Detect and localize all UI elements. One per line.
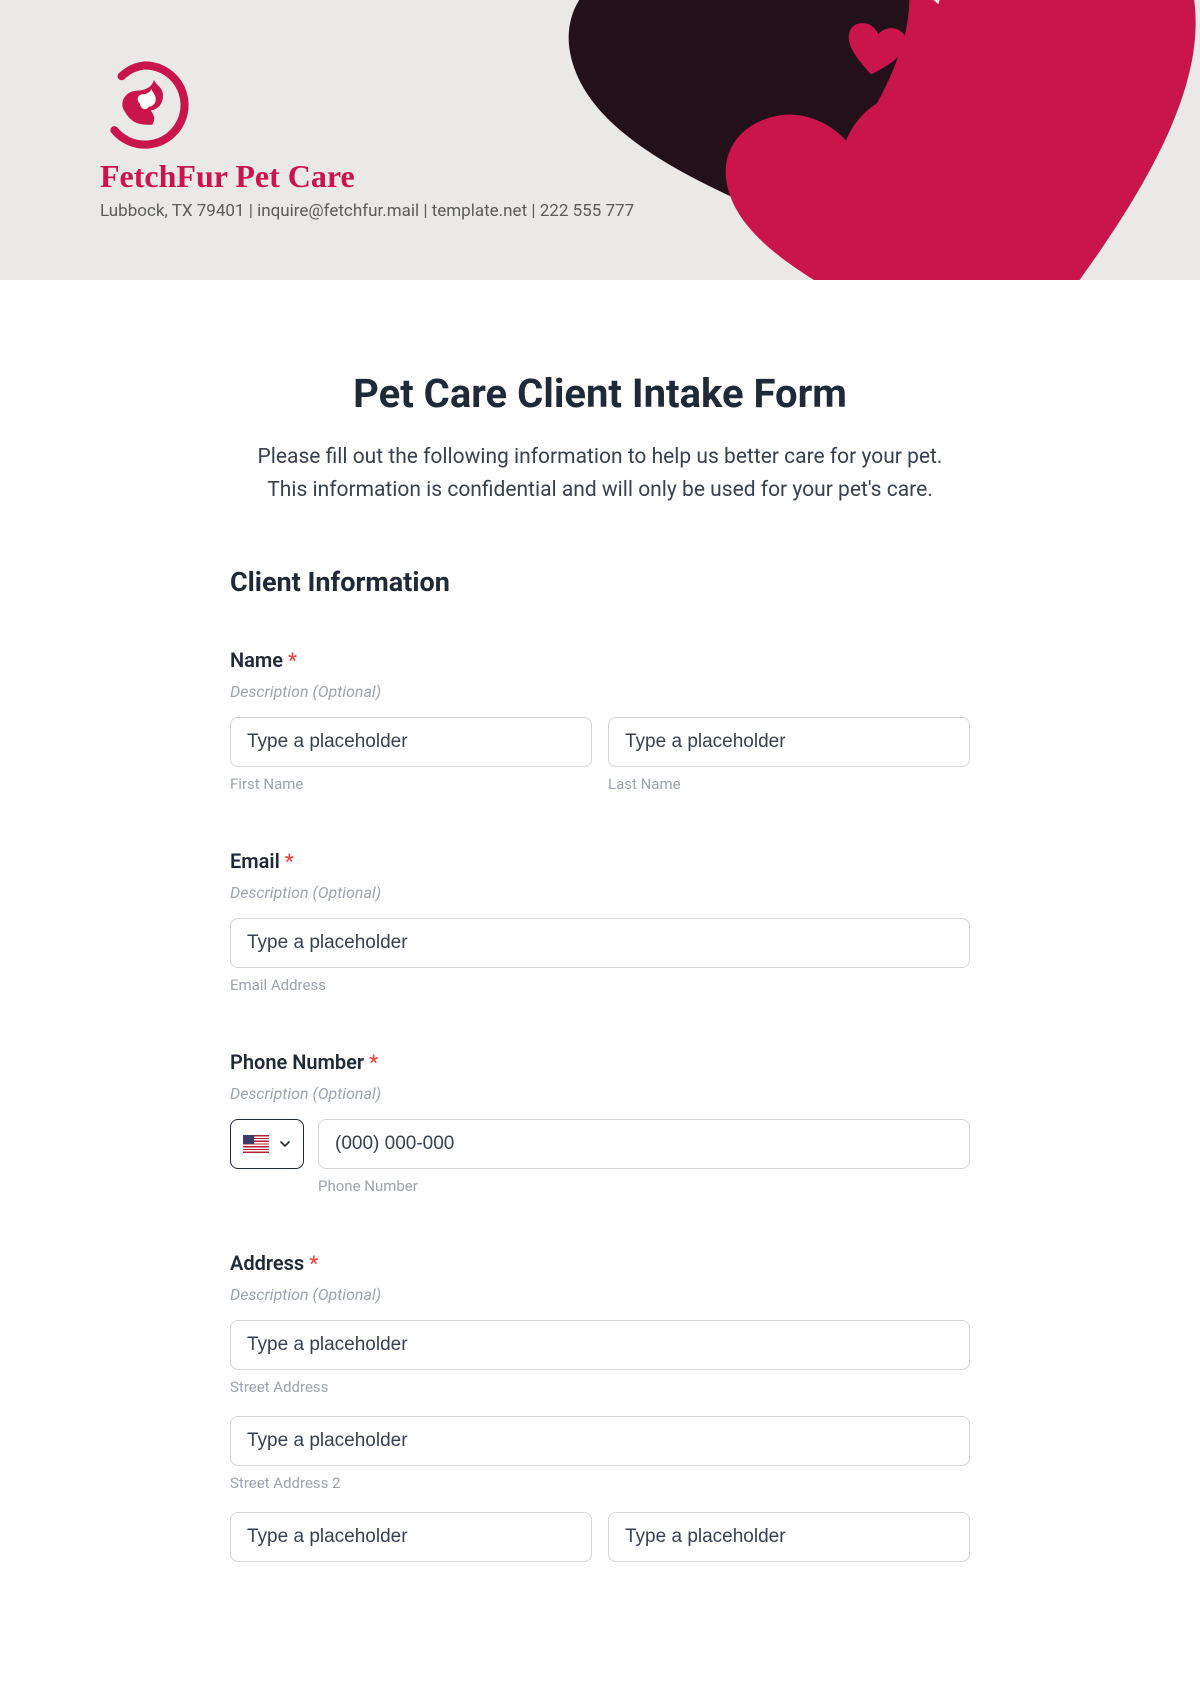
first-name-input[interactable]: [230, 717, 592, 767]
required-marker: *: [288, 648, 297, 672]
label-phone: Phone Number *: [230, 1050, 970, 1074]
field-name: Name * Description (Optional) First Name…: [230, 648, 970, 793]
email-input[interactable]: [230, 918, 970, 968]
desc-email: Description (Optional): [230, 883, 970, 902]
label-address: Address *: [230, 1251, 970, 1275]
sublabel-last-name: Last Name: [608, 775, 970, 793]
sublabel-first-name: First Name: [230, 775, 592, 793]
chevron-down-icon: [279, 1138, 291, 1150]
label-name: Name *: [230, 648, 970, 672]
company-contact-line: Lubbock, TX 79401 | inquire@fetchfur.mai…: [100, 201, 1100, 221]
phone-input[interactable]: [318, 1119, 970, 1169]
city-input[interactable]: [230, 1512, 592, 1562]
sublabel-email: Email Address: [230, 976, 970, 994]
required-marker: *: [369, 1050, 378, 1074]
section-client-information: Client Information: [230, 566, 970, 598]
last-name-input[interactable]: [608, 717, 970, 767]
label-phone-text: Phone Number: [230, 1050, 364, 1074]
desc-name: Description (Optional): [230, 682, 970, 701]
country-code-select[interactable]: [230, 1119, 304, 1169]
form-intro: Please fill out the following informatio…: [230, 441, 970, 506]
field-email: Email * Description (Optional) Email Add…: [230, 849, 970, 994]
desc-address: Description (Optional): [230, 1285, 970, 1304]
label-email: Email *: [230, 849, 970, 873]
company-logo-icon: [100, 60, 190, 150]
header-banner: FetchFur Pet Care Lubbock, TX 79401 | in…: [0, 0, 1200, 280]
desc-phone: Description (Optional): [230, 1084, 970, 1103]
street-address-2-input[interactable]: [230, 1416, 970, 1466]
street-address-input[interactable]: [230, 1320, 970, 1370]
field-phone: Phone Number * Description (Optional) Ph…: [230, 1050, 970, 1195]
state-input[interactable]: [608, 1512, 970, 1562]
label-address-text: Address: [230, 1251, 304, 1275]
required-marker: *: [309, 1251, 318, 1275]
sublabel-street2: Street Address 2: [230, 1474, 970, 1492]
label-name-text: Name: [230, 648, 283, 672]
required-marker: *: [285, 849, 294, 873]
label-email-text: Email: [230, 849, 280, 873]
sublabel-phone: Phone Number: [318, 1177, 970, 1195]
us-flag-icon: [243, 1135, 269, 1153]
field-address: Address * Description (Optional) Street …: [230, 1251, 970, 1562]
company-name: FetchFur Pet Care: [100, 158, 1100, 195]
form-title: Pet Care Client Intake Form: [230, 370, 970, 417]
sublabel-street: Street Address: [230, 1378, 970, 1396]
form-container: Pet Care Client Intake Form Please fill …: [140, 280, 1060, 1658]
